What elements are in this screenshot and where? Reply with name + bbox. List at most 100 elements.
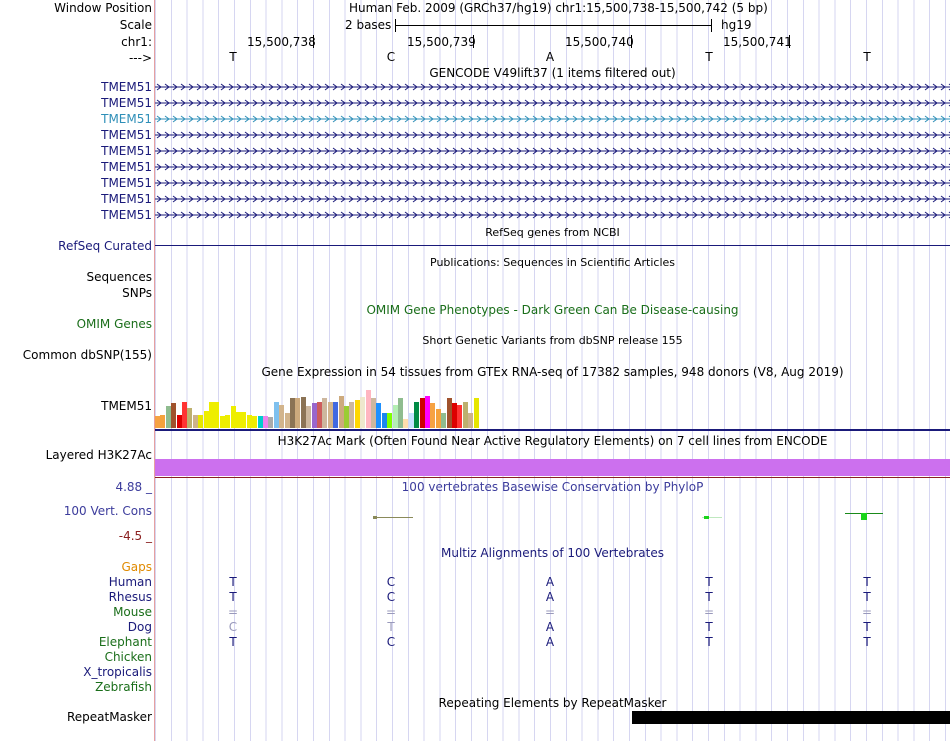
gtex-bar[interactable] [354, 400, 360, 428]
transcript-strand[interactable] [155, 194, 950, 204]
gencode-gene-label[interactable]: TMEM51 [101, 208, 152, 222]
gtex-bar[interactable] [457, 405, 463, 428]
gtex-bar[interactable] [284, 413, 290, 428]
gtex-bar[interactable] [290, 398, 295, 428]
repeatmasker-label[interactable]: RepeatMasker [67, 710, 152, 724]
gtex-bar[interactable] [398, 398, 403, 428]
gtex-bar[interactable] [446, 398, 452, 428]
gtex-bar[interactable] [473, 398, 479, 428]
omim-label[interactable]: OMIM Genes [77, 317, 152, 331]
gtex-bar[interactable] [241, 412, 247, 428]
transcript-strand[interactable] [155, 178, 950, 188]
gtex-bar[interactable] [273, 402, 279, 428]
gtex-bar[interactable] [257, 416, 263, 428]
gtex-bar[interactable] [376, 403, 382, 428]
transcript-strand[interactable] [155, 210, 950, 220]
gtex-bar[interactable] [317, 402, 322, 428]
gtex-bar[interactable] [371, 398, 376, 428]
gtex-bar[interactable] [414, 402, 420, 428]
gtex-bar[interactable] [387, 413, 393, 428]
gtex-bar[interactable] [338, 396, 344, 428]
publications-track-title: Publications: Sequences in Scientific Ar… [430, 256, 675, 269]
transcript-strand[interactable] [155, 146, 950, 156]
gtex-bar[interactable] [279, 405, 285, 428]
gtex-bar[interactable] [225, 415, 231, 428]
gtex-bar[interactable] [236, 412, 241, 428]
transcript-strand[interactable] [155, 98, 950, 108]
species-label-dog: Dog [127, 620, 152, 634]
genome-browser-image[interactable]: Window Position Scale chr1: ---> TMEM51 … [0, 0, 950, 741]
refseq-gene-line[interactable] [155, 245, 950, 246]
species-label-human: Human [108, 575, 152, 589]
tracks-area[interactable]: Human Feb. 2009 (GRCh37/hg19) chr1:15,50… [155, 0, 950, 741]
gencode-gene-label[interactable]: TMEM51 [101, 128, 152, 142]
gtex-bar[interactable] [268, 417, 274, 428]
gtex-bar[interactable] [306, 406, 312, 428]
common-dbsnp-label[interactable]: Common dbSNP(155) [23, 348, 152, 362]
gtex-bar[interactable] [344, 406, 349, 428]
gtex-bar[interactable] [182, 402, 187, 428]
gtex-bar[interactable] [192, 415, 198, 428]
gtex-bar[interactable] [155, 416, 160, 428]
gtex-bar[interactable] [452, 403, 457, 428]
gtex-bar[interactable] [327, 402, 333, 428]
gtex-bar[interactable] [408, 413, 414, 428]
gencode-gene-label-selected[interactable]: TMEM51 [101, 112, 152, 126]
snps-label[interactable]: SNPs [122, 286, 152, 300]
transcript-strand-selected[interactable] [155, 114, 950, 124]
gtex-bar[interactable] [365, 390, 371, 428]
gtex-bar[interactable] [214, 402, 220, 428]
gtex-bar[interactable] [311, 403, 317, 428]
gencode-track-title: GENCODE V49lift37 (1 items filtered out) [429, 66, 676, 80]
gencode-gene-label[interactable]: TMEM51 [101, 96, 152, 110]
gtex-bar[interactable] [435, 409, 441, 428]
gtex-bar[interactable] [430, 403, 436, 428]
phylop-value [861, 513, 867, 520]
gtex-bar[interactable] [187, 408, 193, 428]
gtex-bar[interactable] [419, 398, 425, 428]
gtex-bar[interactable] [171, 403, 177, 428]
gtex-bar[interactable] [219, 416, 225, 428]
gtex-bar[interactable] [381, 413, 387, 428]
gtex-bar[interactable] [246, 415, 252, 428]
gtex-bar[interactable] [322, 398, 328, 428]
gtex-bar[interactable] [392, 405, 398, 428]
repeat-element[interactable] [632, 711, 950, 724]
gtex-bar[interactable] [403, 419, 409, 428]
gencode-gene-label[interactable]: TMEM51 [101, 144, 152, 158]
gtex-bar[interactable] [300, 397, 306, 428]
gtex-gene-label[interactable]: TMEM51 [101, 399, 152, 413]
gtex-bar[interactable] [209, 402, 214, 428]
gtex-bar-chart[interactable] [155, 380, 535, 428]
gtex-bar[interactable] [252, 416, 258, 428]
h3k27ac-signal[interactable] [155, 459, 950, 476]
gtex-bar[interactable] [263, 416, 268, 428]
aln-base-mouse: = [544, 605, 556, 619]
gtex-bar[interactable] [441, 413, 447, 428]
gtex-bar[interactable] [468, 413, 474, 428]
gtex-bar[interactable] [203, 411, 209, 428]
cons-name-label[interactable]: 100 Vert. Cons [64, 504, 152, 518]
transcript-strand[interactable] [155, 130, 950, 140]
gtex-bar[interactable] [462, 402, 468, 428]
gencode-gene-label[interactable]: TMEM51 [101, 192, 152, 206]
gtex-bar[interactable] [165, 406, 171, 428]
gencode-gene-label[interactable]: TMEM51 [101, 80, 152, 94]
gtex-bar[interactable] [198, 415, 204, 428]
transcript-strand[interactable] [155, 162, 950, 172]
gencode-gene-label[interactable]: TMEM51 [101, 176, 152, 190]
sequences-label[interactable]: Sequences [87, 270, 152, 284]
gtex-bar[interactable] [230, 406, 236, 428]
h3k27ac-label[interactable]: Layered H3K27Ac [46, 448, 152, 462]
gtex-bar[interactable] [349, 402, 355, 428]
gtex-bar[interactable] [425, 396, 430, 428]
refseq-label[interactable]: RefSeq Curated [58, 239, 152, 253]
gtex-bar[interactable] [176, 415, 182, 428]
transcript-strand[interactable] [155, 82, 950, 92]
gtex-bar[interactable] [333, 402, 339, 428]
gencode-gene-label[interactable]: TMEM51 [101, 160, 152, 174]
gtex-bar[interactable] [360, 397, 366, 428]
gtex-bar[interactable] [295, 398, 301, 428]
gtex-bar[interactable] [160, 415, 166, 428]
aln-base-rhesus: T [229, 590, 237, 604]
